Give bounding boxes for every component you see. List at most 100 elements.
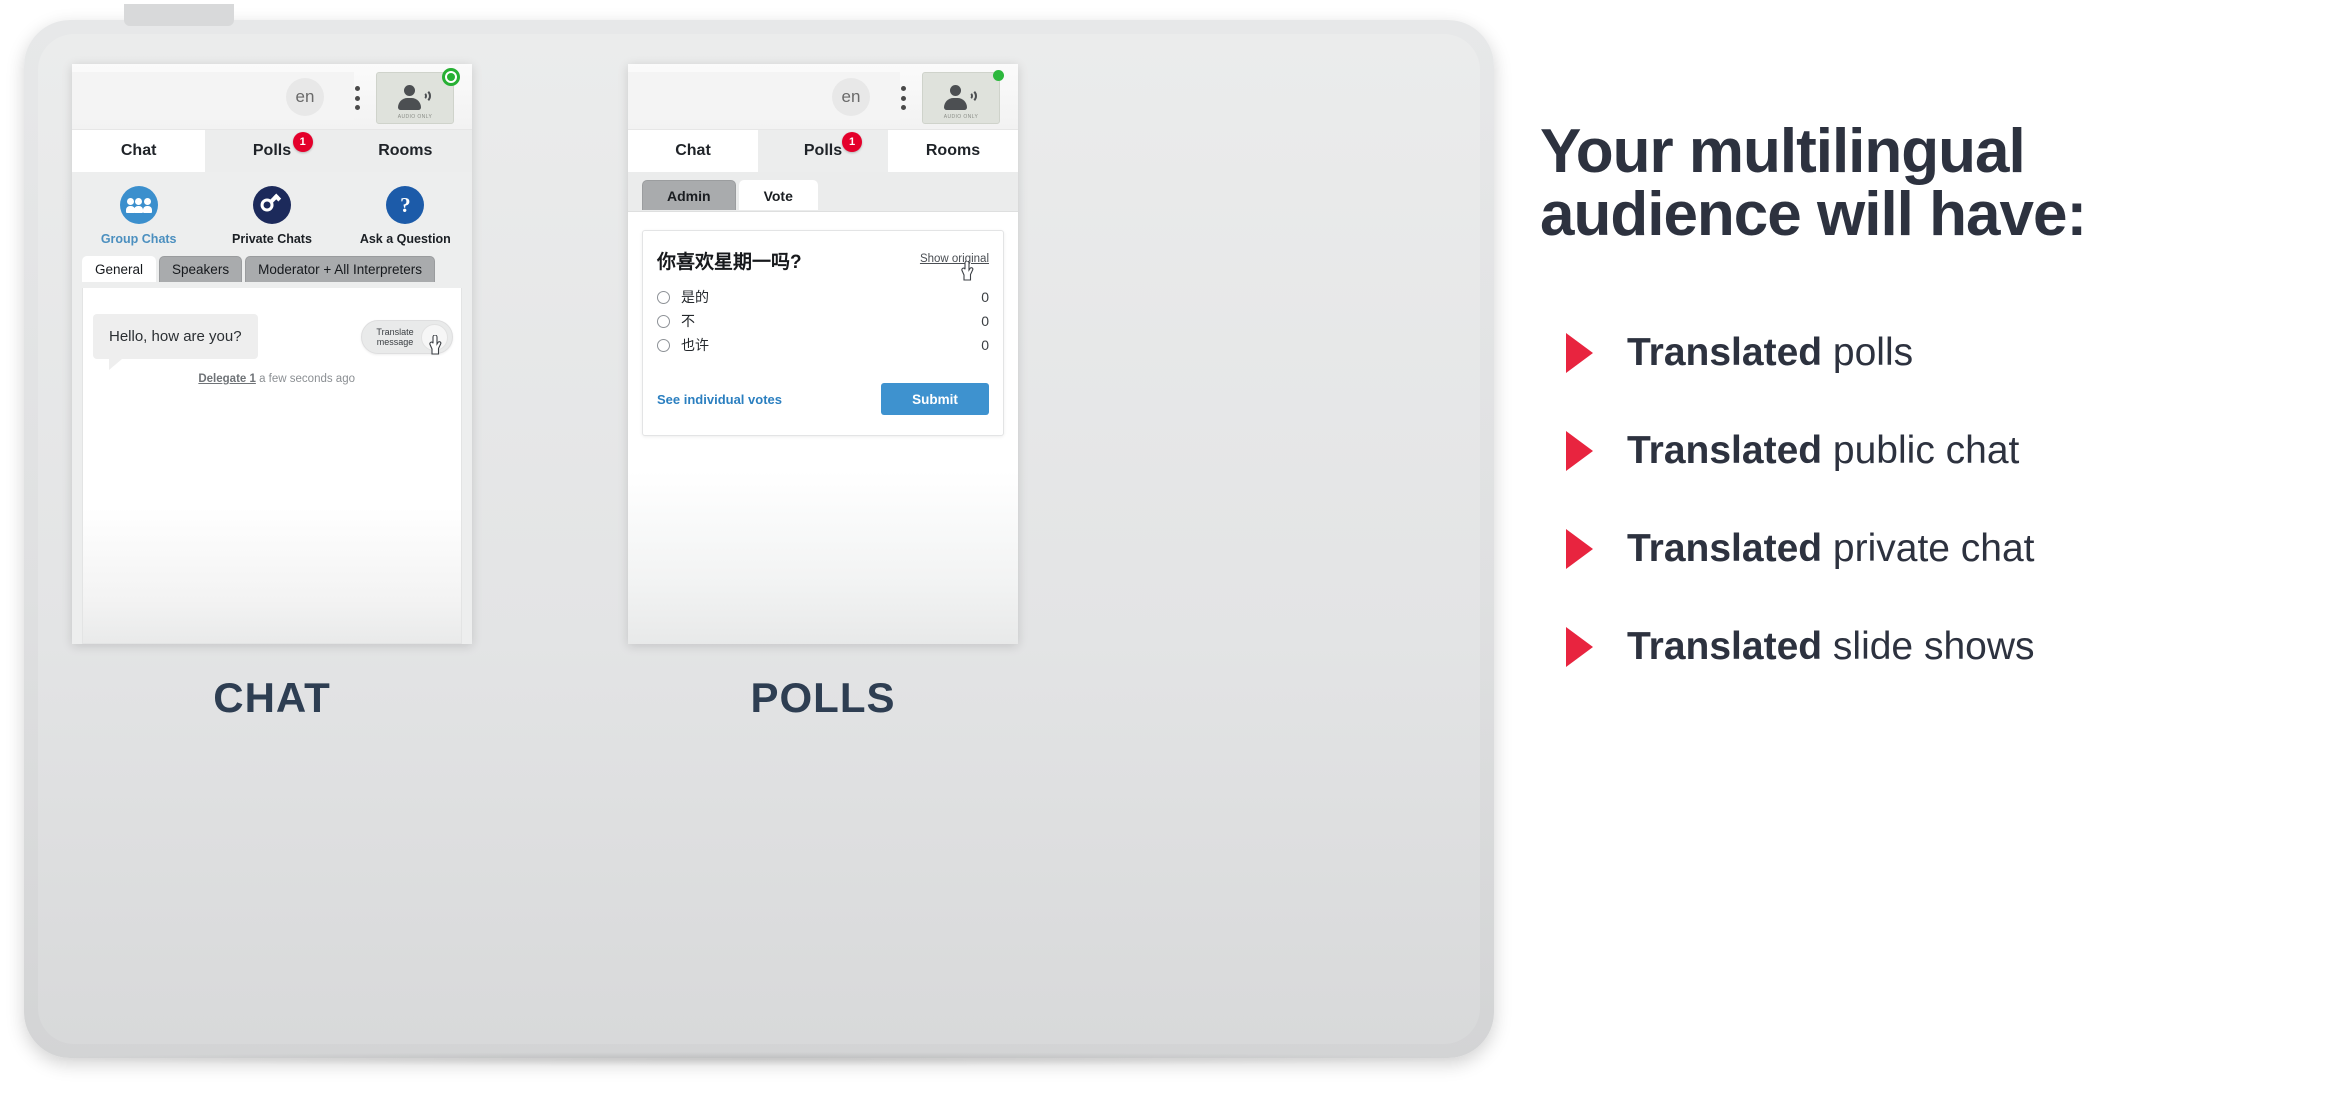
promo-item-bold: Translated bbox=[1627, 625, 1823, 669]
promo-item-text: Translated private chat bbox=[1627, 527, 2035, 571]
promo-item-bold: Translated bbox=[1627, 527, 1823, 571]
chat-primary-tabs: Chat Polls 1 Rooms bbox=[72, 130, 472, 172]
tab-rooms-label: Rooms bbox=[378, 142, 433, 159]
action-ask-question-label: Ask a Question bbox=[359, 232, 451, 246]
polls-body: Admin Vote 你喜欢星期一吗? Show original 是的 0 不… bbox=[628, 172, 1018, 644]
polls-topbar: en AUDIO ONLY bbox=[628, 64, 1018, 130]
poll-option-votes: 0 bbox=[981, 313, 989, 329]
radio-button-maybe[interactable] bbox=[657, 338, 670, 352]
language-chip[interactable]: en bbox=[286, 78, 324, 116]
online-status-indicator-polls bbox=[993, 70, 1004, 81]
poll-option-row[interactable]: 不 0 bbox=[657, 309, 989, 333]
promo-item-rest: public chat bbox=[1822, 429, 2020, 473]
caption-polls: POLLS bbox=[750, 674, 896, 721]
polls-subtabs: Admin Vote bbox=[628, 172, 1018, 210]
poll-footer: See individual votes Submit bbox=[657, 383, 989, 415]
person-audio-icon-polls bbox=[941, 83, 981, 113]
arrow-right-icon bbox=[1566, 529, 1593, 570]
see-individual-votes-link[interactable]: See individual votes bbox=[657, 392, 782, 407]
poll-option-row[interactable]: 是的 0 bbox=[657, 285, 989, 309]
chat-quick-actions: Group Chats Private Chats ? Ask a Questi… bbox=[72, 172, 472, 256]
online-status-indicator bbox=[442, 68, 460, 86]
person-audio-icon bbox=[395, 83, 435, 113]
message-bubble: Hello, how are you? bbox=[93, 314, 258, 370]
chat-app-panel: en AUDIO ONLY Chat Polls 1 Rooms Group C… bbox=[72, 64, 472, 644]
tab-rooms-polls-panel[interactable]: Rooms bbox=[888, 130, 1018, 172]
polls-primary-tabs: Chat Polls 1 Rooms bbox=[628, 130, 1018, 172]
promo-item-bold: Translated bbox=[1627, 331, 1823, 375]
tab-rooms[interactable]: Rooms bbox=[338, 130, 472, 172]
poll-option-votes: 0 bbox=[981, 289, 989, 305]
kebab-menu-icon[interactable] bbox=[354, 86, 360, 110]
promo-list-item: Translated private chat bbox=[1540, 500, 2320, 598]
promo-feature-list: Translated polls Translated public chat … bbox=[1540, 304, 2320, 696]
promo-item-text: Translated slide shows bbox=[1627, 625, 2035, 669]
tab-chat-polls-panel[interactable]: Chat bbox=[628, 130, 758, 172]
subtab-speakers[interactable]: Speakers bbox=[159, 256, 243, 282]
subtab-moderator-interpreters[interactable]: Moderator + All Interpreters bbox=[245, 256, 436, 282]
chat-topbar: en AUDIO ONLY bbox=[72, 64, 472, 130]
poll-option-label: 不 bbox=[681, 313, 695, 329]
translate-line2: message bbox=[376, 337, 414, 347]
arrow-right-icon bbox=[1566, 333, 1593, 374]
caption-chat: CHAT bbox=[213, 674, 331, 721]
show-original-link[interactable]: Show original bbox=[920, 253, 989, 265]
poll-option-row[interactable]: 也许 0 bbox=[657, 333, 989, 357]
polls-canvas: 你喜欢星期一吗? Show original 是的 0 不 0 也许 0 See… bbox=[628, 211, 1018, 644]
tab-chat-label: Chat bbox=[120, 142, 157, 159]
tab-polls-label: Polls bbox=[252, 142, 292, 159]
language-chip-polls[interactable]: en bbox=[832, 78, 870, 116]
slide-root: en AUDIO ONLY Chat Polls 1 Rooms Group C… bbox=[0, 0, 2342, 1102]
promo-list-item: Translated polls bbox=[1540, 304, 2320, 402]
subtab-vote[interactable]: Vote bbox=[738, 180, 818, 210]
translate-toggle-knob[interactable] bbox=[421, 324, 448, 351]
promo-column: Your multilingual audience will have: Tr… bbox=[1540, 120, 2320, 696]
device-drop-shadow bbox=[24, 1052, 1494, 1066]
tablet-device-frame: en AUDIO ONLY Chat Polls 1 Rooms Group C… bbox=[24, 4, 1494, 1058]
message-author[interactable]: Delegate 1 bbox=[198, 373, 256, 385]
submit-button[interactable]: Submit bbox=[881, 383, 989, 415]
polls-unread-badge: 1 bbox=[292, 132, 313, 152]
radio-button-no[interactable] bbox=[657, 314, 670, 328]
promo-list-item: Translated slide shows bbox=[1540, 598, 2320, 696]
subtab-general[interactable]: General bbox=[82, 256, 157, 282]
action-ask-question[interactable]: ? Ask a Question bbox=[339, 186, 472, 246]
promo-item-rest: slide shows bbox=[1822, 625, 2035, 669]
audio-only-tile-polls[interactable]: AUDIO ONLY bbox=[922, 72, 1000, 124]
group-people-icon bbox=[119, 186, 158, 224]
poll-question: 你喜欢星期一吗? bbox=[657, 252, 802, 273]
action-group-chats-label: Group Chats bbox=[100, 232, 177, 246]
action-private-chats-label: Private Chats bbox=[232, 232, 312, 246]
tablet-screen: en AUDIO ONLY Chat Polls 1 Rooms Group C… bbox=[38, 34, 1480, 1044]
question-mark-icon: ? bbox=[386, 186, 425, 224]
promo-title-line2: audience will have: bbox=[1540, 180, 2087, 250]
audio-tile-label: AUDIO ONLY bbox=[397, 114, 433, 120]
translate-line1: Translate bbox=[376, 327, 414, 337]
promo-item-rest: private chat bbox=[1822, 527, 2035, 571]
poll-options: 是的 0 不 0 也许 0 bbox=[657, 285, 989, 357]
action-group-chats[interactable]: Group Chats bbox=[72, 186, 205, 246]
promo-title-line1: Your multilingual bbox=[1540, 117, 2026, 186]
chat-message-list[interactable]: Hello, how are you? Delegate 1 a few sec… bbox=[82, 288, 462, 644]
tab-chat-label-polls: Chat bbox=[675, 142, 711, 159]
tab-chat[interactable]: Chat bbox=[72, 130, 206, 172]
promo-item-text: Translated polls bbox=[1627, 331, 1913, 375]
promo-item-text: Translated public chat bbox=[1627, 429, 2019, 473]
polls-unread-badge-polls: 1 bbox=[842, 132, 862, 152]
promo-item-rest: polls bbox=[1822, 331, 1914, 375]
tab-polls[interactable]: Polls 1 bbox=[205, 130, 339, 172]
kebab-menu-icon-polls[interactable] bbox=[900, 86, 906, 110]
chat-subtabs: General Speakers Moderator + All Interpr… bbox=[72, 256, 472, 282]
tab-polls-active[interactable]: Polls 1 bbox=[758, 130, 888, 172]
chat-message-item: Hello, how are you? Delegate 1 a few sec… bbox=[93, 314, 461, 385]
promo-list-item: Translated public chat bbox=[1540, 402, 2320, 500]
message-meta: Delegate 1 a few seconds ago bbox=[93, 373, 461, 385]
arrow-right-icon bbox=[1566, 627, 1593, 668]
key-icon bbox=[252, 186, 291, 224]
subtab-admin[interactable]: Admin bbox=[642, 180, 736, 210]
radio-button-yes[interactable] bbox=[657, 290, 670, 304]
translate-message-button[interactable]: Translate message bbox=[361, 320, 453, 355]
chat-body: Group Chats Private Chats ? Ask a Questi… bbox=[72, 172, 472, 644]
action-private-chats[interactable]: Private Chats bbox=[205, 186, 338, 246]
message-timestamp: a few seconds ago bbox=[259, 373, 355, 385]
